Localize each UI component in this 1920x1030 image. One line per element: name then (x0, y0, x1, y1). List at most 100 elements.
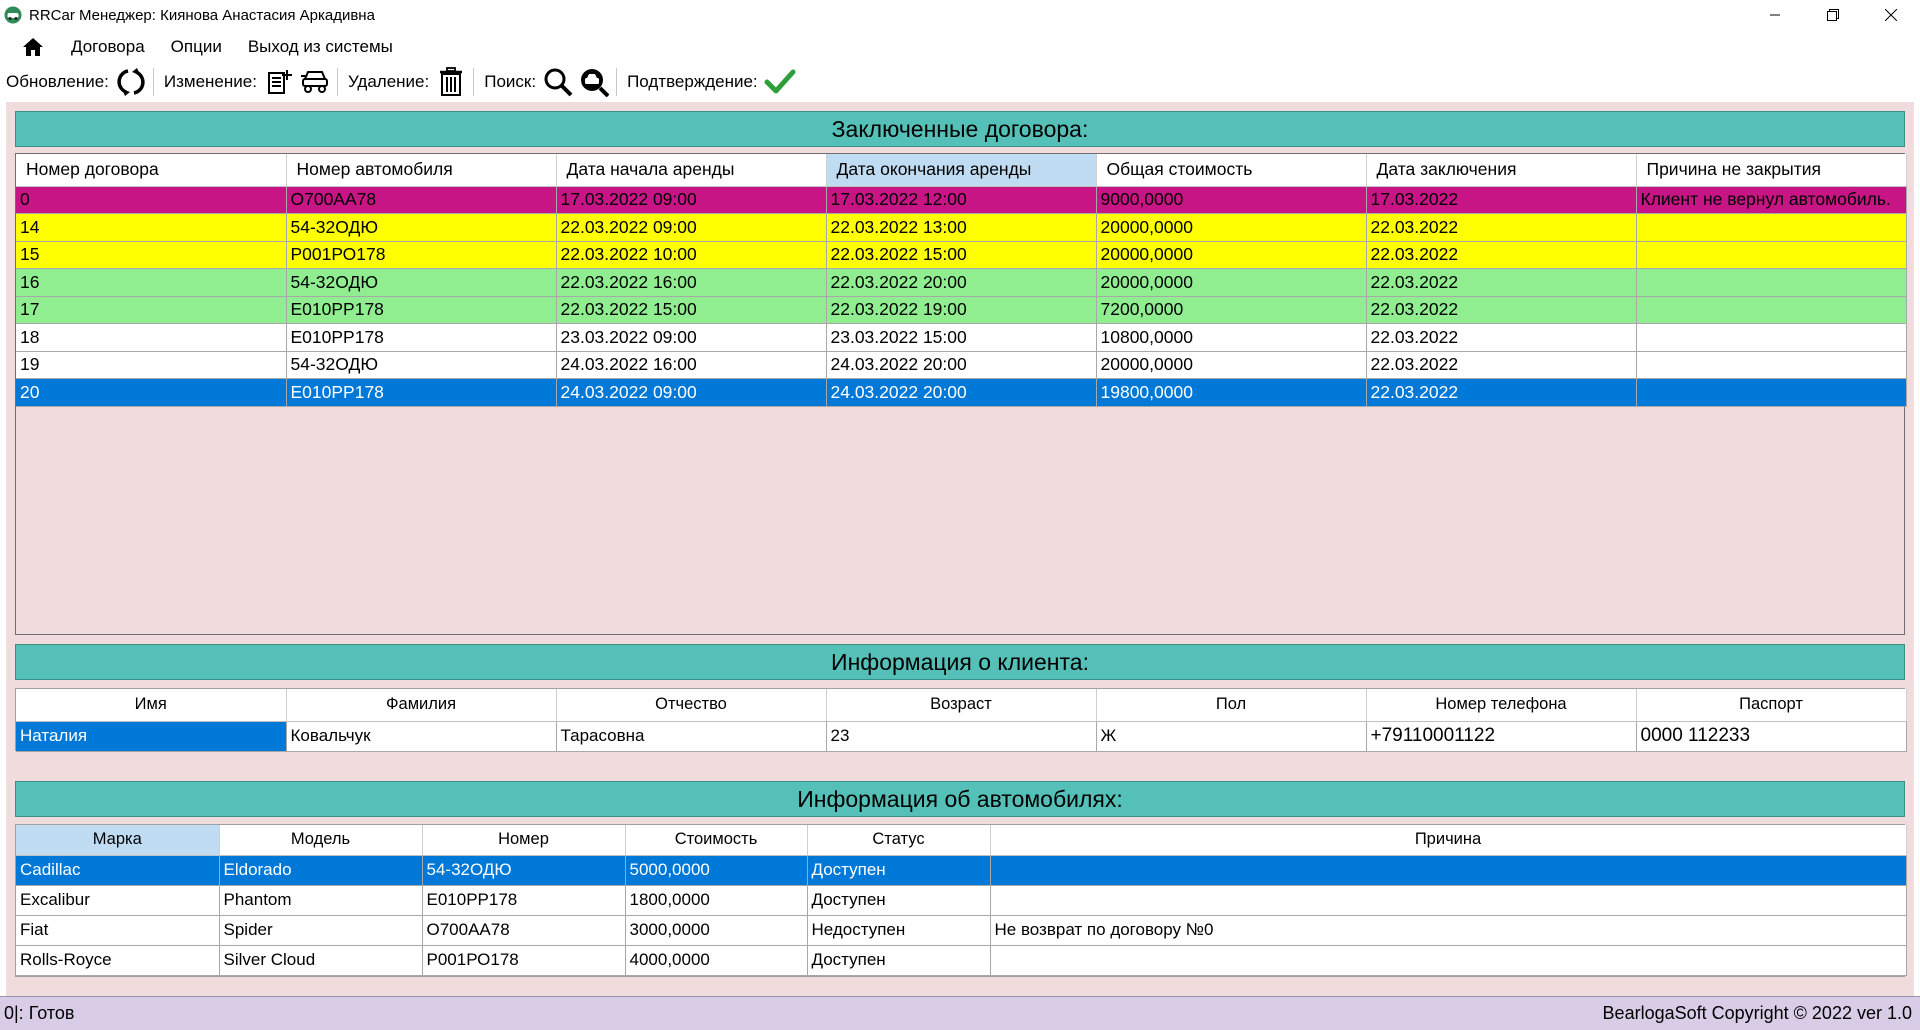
cell[interactable]: Е010РР178 (286, 296, 557, 324)
cell[interactable]: 22.03.2022 13:00 (826, 213, 1097, 242)
cell[interactable]: 18 (16, 323, 287, 352)
cell[interactable]: 20 (16, 378, 287, 407)
cell[interactable] (1636, 268, 1907, 297)
cell[interactable]: Eldorado (219, 855, 423, 886)
cell[interactable]: Cadillac (16, 855, 220, 886)
cell[interactable]: 22.03.2022 16:00 (556, 268, 827, 297)
cell[interactable]: 16 (16, 268, 287, 297)
cell-selected[interactable]: Наталия (16, 721, 287, 752)
cell[interactable]: Не возврат по договору №0 (990, 915, 1907, 946)
cell[interactable]: 3000,0000 (625, 915, 808, 946)
column-header[interactable]: Имя (16, 689, 287, 722)
cell[interactable] (990, 885, 1907, 916)
cell[interactable]: 19 (16, 351, 287, 379)
cars-grid[interactable]: Марка Модель Номер Стоимость Статус Прич… (15, 824, 1907, 977)
cell[interactable]: 9000,0000 (1096, 186, 1367, 214)
column-header[interactable]: Пол (1096, 689, 1367, 722)
cell[interactable]: 0000 112233 (1636, 721, 1907, 752)
cell[interactable]: 22.03.2022 (1366, 378, 1637, 407)
cell[interactable]: Недоступен (807, 915, 991, 946)
table-row[interactable]: 18 Е010РР178 23.03.2022 09:00 23.03.2022… (16, 323, 1907, 352)
table-row[interactable]: Наталия Ковальчук Тарасовна 23 Ж +791100… (16, 721, 1907, 752)
cell[interactable] (1636, 323, 1907, 352)
home-icon[interactable] (22, 37, 44, 57)
column-header[interactable]: Дата заключения (1366, 154, 1637, 187)
table-row[interactable]: Rolls-Royce Silver Cloud Р001РО178 4000,… (16, 945, 1907, 976)
column-header[interactable]: Общая стоимость (1096, 154, 1367, 187)
cell[interactable]: 54-32ОДЮ (286, 351, 557, 379)
close-button[interactable] (1862, 0, 1920, 30)
table-row[interactable]: Fiat Spider О700АА78 3000,0000 Недоступе… (16, 915, 1907, 946)
column-header[interactable]: Статус (807, 825, 991, 856)
column-header[interactable]: Стоимость (625, 825, 808, 856)
cell[interactable]: Р001РО178 (286, 241, 557, 269)
column-header-sorted[interactable]: Марка (16, 825, 220, 856)
table-row[interactable]: 15 Р001РО178 22.03.2022 10:00 22.03.2022… (16, 241, 1907, 269)
cell[interactable]: 23.03.2022 09:00 (556, 323, 827, 352)
table-row[interactable]: 17 Е010РР178 22.03.2022 15:00 22.03.2022… (16, 296, 1907, 324)
cell[interactable]: 22.03.2022 (1366, 296, 1637, 324)
cell[interactable]: 0 (16, 186, 287, 214)
cell[interactable]: Rolls-Royce (16, 945, 220, 976)
table-row[interactable]: 14 54-32ОДЮ 22.03.2022 09:00 22.03.2022 … (16, 213, 1907, 242)
search-button[interactable] (542, 66, 574, 98)
cell[interactable]: Клиент не вернул автомобиль. (1636, 186, 1907, 214)
menu-options[interactable]: Опции (171, 37, 222, 57)
cell[interactable]: 22.03.2022 20:00 (826, 268, 1097, 297)
table-row[interactable]: Excalibur Phantom Е010РР178 1800,0000 До… (16, 885, 1907, 916)
cell[interactable]: 4000,0000 (625, 945, 808, 976)
column-header[interactable]: Номер (422, 825, 626, 856)
cell[interactable]: 54-32ОДЮ (422, 855, 626, 886)
cell[interactable]: Excalibur (16, 885, 220, 916)
cell[interactable]: Тарасовна (556, 721, 827, 752)
cell[interactable]: Ковальчук (286, 721, 557, 752)
cell[interactable]: 15 (16, 241, 287, 269)
cell[interactable]: 20000,0000 (1096, 241, 1367, 269)
cell[interactable]: 22.03.2022 09:00 (556, 213, 827, 242)
client-grid[interactable]: Имя Фамилия Отчество Возраст Пол Номер т… (15, 688, 1907, 752)
cell[interactable]: 22.03.2022 15:00 (556, 296, 827, 324)
confirm-button[interactable] (764, 66, 796, 98)
delete-button[interactable] (435, 66, 467, 98)
table-row[interactable]: 19 54-32ОДЮ 24.03.2022 16:00 24.03.2022 … (16, 351, 1907, 379)
search-car-button[interactable] (578, 66, 610, 98)
cell[interactable]: 5000,0000 (625, 855, 808, 886)
column-header[interactable]: Номер автомобиля (286, 154, 557, 187)
column-header[interactable]: Номер договора (16, 154, 287, 187)
edit-car-button[interactable] (299, 66, 331, 98)
cell[interactable]: 22.03.2022 19:00 (826, 296, 1097, 324)
cell[interactable]: 23.03.2022 15:00 (826, 323, 1097, 352)
edit-contract-button[interactable] (263, 66, 295, 98)
cell[interactable]: 1800,0000 (625, 885, 808, 916)
column-header[interactable]: Паспорт (1636, 689, 1907, 722)
cell[interactable]: 22.03.2022 (1366, 323, 1637, 352)
cell[interactable]: Ж (1096, 721, 1367, 752)
cell[interactable]: Р001РО178 (422, 945, 626, 976)
cell[interactable]: 14 (16, 213, 287, 242)
cell[interactable]: Е010РР178 (286, 323, 557, 352)
cell[interactable]: 20000,0000 (1096, 213, 1367, 242)
cell[interactable]: Silver Cloud (219, 945, 423, 976)
cell[interactable]: 10800,0000 (1096, 323, 1367, 352)
cell[interactable]: Phantom (219, 885, 423, 916)
column-header[interactable]: Номер телефона (1366, 689, 1637, 722)
cell[interactable] (990, 855, 1907, 886)
column-header[interactable]: Причина не закрытия (1636, 154, 1907, 187)
cell[interactable]: 19800,0000 (1096, 378, 1367, 407)
cell[interactable]: 54-32ОДЮ (286, 268, 557, 297)
cell[interactable]: О700АА78 (286, 186, 557, 214)
cell[interactable]: Fiat (16, 915, 220, 946)
cell[interactable]: +79110001122 (1366, 721, 1637, 752)
menu-contracts[interactable]: Договора (71, 37, 145, 57)
cell[interactable]: 20000,0000 (1096, 268, 1367, 297)
cell[interactable]: 22.03.2022 15:00 (826, 241, 1097, 269)
cell[interactable]: Доступен (807, 855, 991, 886)
restore-button[interactable] (1804, 0, 1862, 30)
column-header-sorted[interactable]: Дата окончания аренды (826, 154, 1097, 187)
cell[interactable]: 17.03.2022 09:00 (556, 186, 827, 214)
column-header[interactable]: Причина (990, 825, 1907, 856)
cell[interactable]: 22.03.2022 (1366, 268, 1637, 297)
table-row[interactable]: 0 О700АА78 17.03.2022 09:00 17.03.2022 1… (16, 186, 1907, 214)
cell[interactable]: Е010РР178 (422, 885, 626, 916)
cell[interactable]: 22.03.2022 (1366, 213, 1637, 242)
